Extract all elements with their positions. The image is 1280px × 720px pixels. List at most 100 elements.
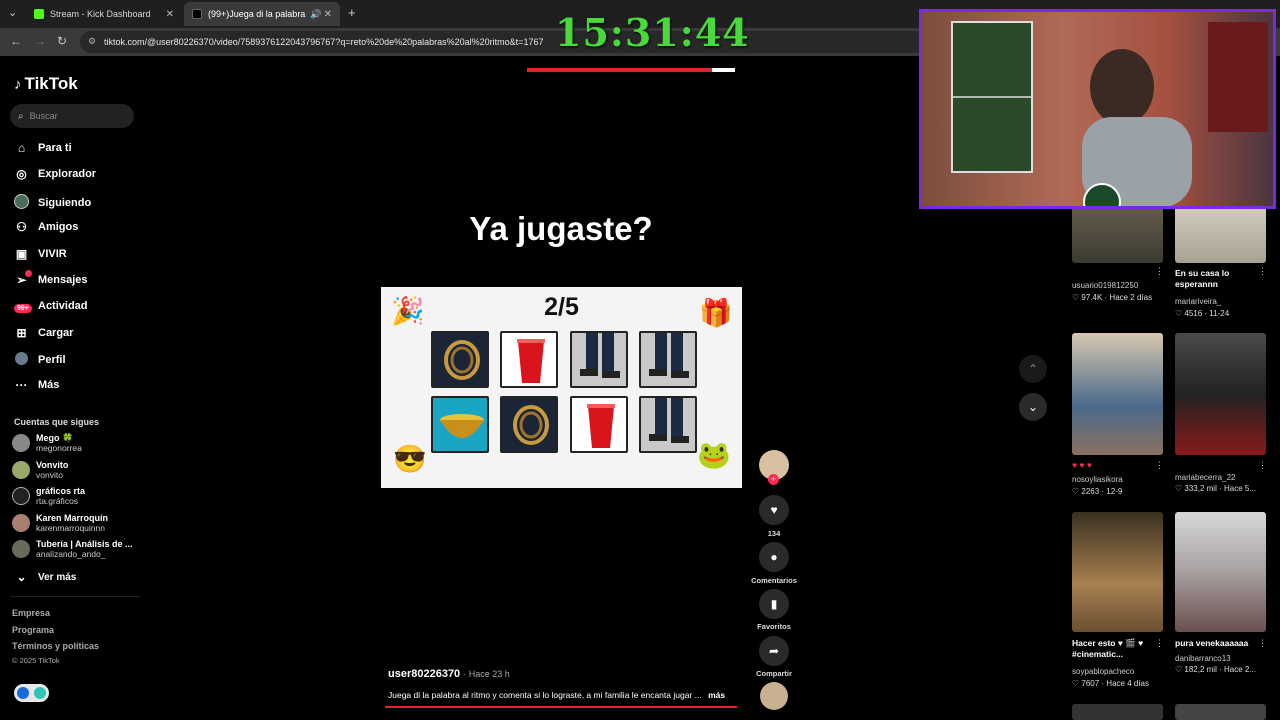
- back-icon[interactable]: ←: [10, 34, 22, 48]
- previous-video-button[interactable]: ⌃: [1019, 355, 1047, 383]
- chevron-down-icon: ⌄: [16, 570, 27, 584]
- favorite-button[interactable]: ▮: [759, 589, 789, 619]
- sidebar-item-vivir[interactable]: ▣ VIVIR: [14, 247, 67, 261]
- sidebar-item-siguiendo[interactable]: Siguiendo: [14, 194, 91, 212]
- webcam-scene: [951, 21, 1268, 206]
- video-stats: ♡ 182,2 mil · Hace 2...: [1175, 665, 1256, 674]
- sidebar-item-para-ti[interactable]: ⌂ Para ti: [14, 141, 72, 155]
- video-thumbnail[interactable]: [1175, 512, 1266, 632]
- more-options-icon[interactable]: ⋮: [1258, 638, 1267, 649]
- forward-icon[interactable]: →: [34, 34, 46, 48]
- tab-kick-dashboard[interactable]: Stream - Kick Dashboard ✕: [26, 2, 182, 26]
- nav-label: Para ti: [38, 142, 72, 154]
- tab-label: (99+)Juega di la palabra al: [208, 9, 306, 19]
- tiktok-logo[interactable]: ♪ TikTok: [14, 74, 78, 94]
- video-progress-bar[interactable]: [385, 706, 737, 708]
- video-thumbnail[interactable]: [1072, 333, 1163, 455]
- more-options-icon[interactable]: ⋮: [1155, 638, 1164, 649]
- next-video-button[interactable]: ⌄: [1019, 393, 1047, 421]
- heart-icon: ♥: [770, 503, 778, 517]
- caption-more-link[interactable]: más: [708, 690, 725, 700]
- footer-link[interactable]: Términos y políticas: [12, 641, 99, 651]
- account-name: gráficos rta: [36, 486, 86, 496]
- speaker-icon[interactable]: 🔊: [310, 9, 321, 20]
- sidebar-item-perfil[interactable]: Perfil: [14, 352, 66, 368]
- video-user[interactable]: mariariveira_: [1175, 297, 1273, 306]
- more-options-icon[interactable]: ⋮: [1258, 266, 1267, 277]
- share-button[interactable]: ➦: [759, 636, 789, 666]
- nav-label: Actividad: [38, 300, 88, 312]
- video-thumbnail[interactable]: [1072, 200, 1163, 263]
- more-options-icon[interactable]: ⋮: [1155, 460, 1164, 471]
- search-input[interactable]: ⌕ Buscar: [10, 104, 134, 128]
- video-thumbnail[interactable]: [1175, 704, 1266, 720]
- game-card: 2/5 🎉 🎁 😎 🐸: [381, 287, 742, 488]
- like-button[interactable]: ♥: [759, 495, 789, 525]
- nav-label: Mensajes: [38, 274, 88, 286]
- reload-icon[interactable]: ↻: [57, 34, 67, 48]
- more-options-icon[interactable]: ⋮: [1258, 460, 1267, 471]
- tab-label: Stream - Kick Dashboard: [50, 9, 151, 19]
- sidebar-item-mensajes[interactable]: ➢ Mensajes: [14, 270, 88, 287]
- following-icon: [14, 194, 29, 212]
- sidebar-item-cargar[interactable]: ⊞ Cargar: [14, 326, 73, 340]
- caption-text: Juega di la palabra al ritmo y comenta s…: [388, 690, 702, 700]
- account-handle: megonorrea: [36, 443, 82, 453]
- video-title: Ya jugaste?: [469, 210, 653, 247]
- close-icon[interactable]: ✕: [324, 9, 332, 20]
- following-account[interactable]: gráficos rta rta.gráficos: [12, 486, 85, 506]
- video-author[interactable]: user80226370: [388, 668, 460, 680]
- sidebar-item-explorador[interactable]: ◎ Explorador: [14, 167, 96, 181]
- stream-progress-bar: [527, 68, 735, 72]
- sidebar-item-amigos[interactable]: ⚇ Amigos: [14, 220, 78, 234]
- sidebar-item-mas[interactable]: ··· Más: [14, 378, 60, 392]
- video-user[interactable]: danibarranco13: [1175, 654, 1273, 663]
- tab-list-chevron-icon[interactable]: ⌄: [8, 6, 17, 19]
- tile-walk: [570, 331, 628, 388]
- follow-plus-icon[interactable]: +: [768, 474, 779, 485]
- see-more-button[interactable]: ⌄ Ver más: [14, 570, 76, 584]
- site-info-icon[interactable]: ⚙: [88, 36, 96, 47]
- comment-button[interactable]: ●: [759, 542, 789, 572]
- footer-link[interactable]: Empresa: [12, 608, 50, 618]
- video-user[interactable]: mariabecerra_22: [1175, 473, 1273, 482]
- share-icon: ➦: [768, 644, 780, 658]
- close-icon[interactable]: ✕: [166, 9, 174, 20]
- red-cup-icon: [517, 339, 545, 383]
- account-name: Mego 🍀: [36, 433, 74, 443]
- video-user[interactable]: nosoyliasikora: [1072, 475, 1170, 484]
- music-disc-avatar[interactable]: [760, 682, 788, 710]
- divider: [10, 596, 140, 597]
- video-thumbnail[interactable]: [1072, 512, 1163, 632]
- sidebar-item-actividad[interactable]: 99+ Actividad: [14, 299, 88, 313]
- following-account[interactable]: Mego 🍀 megonorrea: [12, 433, 82, 453]
- nav-label: Explorador: [38, 168, 97, 180]
- video-thumbnail[interactable]: [1175, 333, 1266, 455]
- account-handle: karenmarroquinnn: [36, 523, 105, 533]
- upload-icon: ⊞: [16, 326, 27, 340]
- video-user[interactable]: soypablopacheco: [1072, 667, 1170, 676]
- lasso-icon: [513, 405, 549, 445]
- footer-link[interactable]: Programa: [12, 625, 54, 635]
- video-thumbnail[interactable]: [1175, 200, 1266, 263]
- new-tab-button[interactable]: +: [348, 5, 356, 20]
- more-options-icon[interactable]: ⋮: [1155, 266, 1164, 277]
- following-account[interactable]: Vonvito vonvito: [12, 460, 68, 480]
- video-thumbnail[interactable]: [1072, 704, 1163, 720]
- account-name: Vonvito: [36, 460, 69, 470]
- following-account[interactable]: Karen Marroquín karenmarroquinnn: [12, 513, 108, 533]
- account-handle: vonvito: [36, 470, 63, 480]
- search-placeholder: Buscar: [29, 111, 58, 121]
- video-stats: ♡ 7607 · Hace 4 días: [1072, 679, 1149, 688]
- account-name: Tubería | Análisis de ...: [36, 539, 133, 549]
- streamer-webcam: [919, 9, 1276, 209]
- video-stats: ♡ 2263 · 12-9: [1072, 487, 1123, 496]
- url-field[interactable]: ⚙ tiktok.com/@user80226370/video/7589376…: [80, 31, 980, 53]
- nav-label: Perfil: [38, 354, 66, 366]
- video-user[interactable]: usuario019812250: [1072, 281, 1170, 290]
- profile-icon: [14, 352, 29, 368]
- app-toggle[interactable]: [14, 684, 49, 702]
- game-score: 2/5: [544, 293, 579, 321]
- following-account[interactable]: Tubería | Análisis de ... analizando_ando…: [12, 539, 133, 559]
- tab-tiktok-video[interactable]: (99+)Juega di la palabra al 🔊 ✕: [184, 2, 340, 26]
